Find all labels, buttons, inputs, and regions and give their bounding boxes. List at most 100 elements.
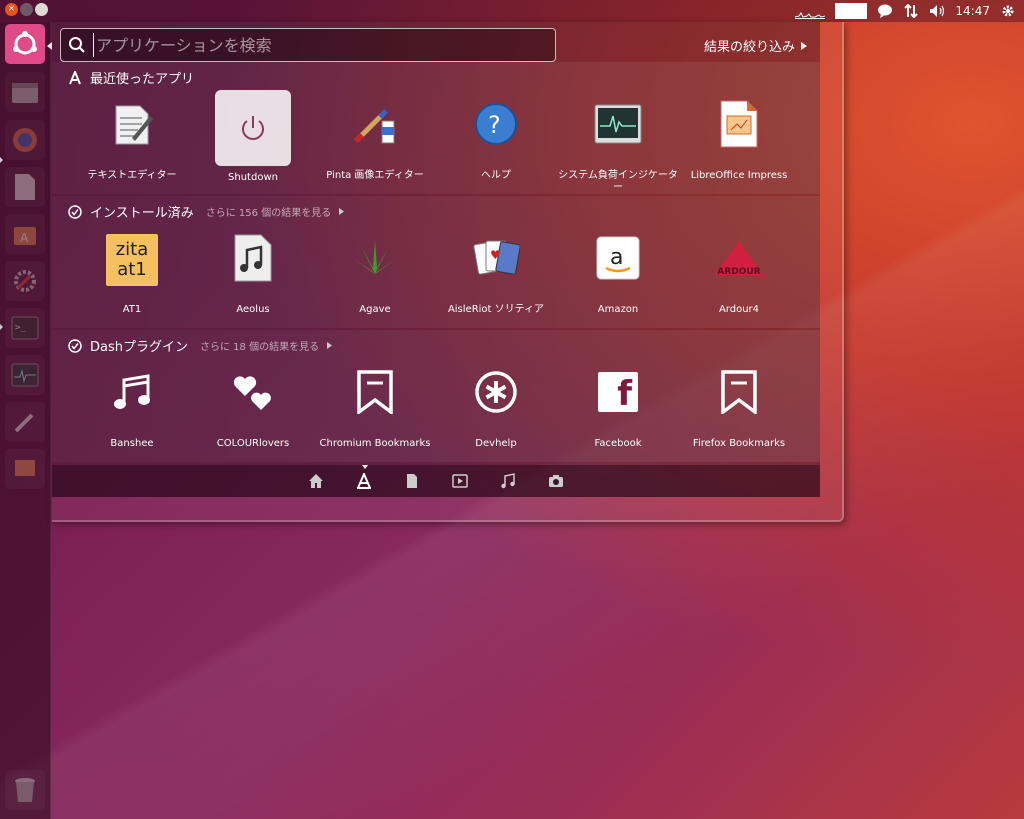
impress-icon — [715, 100, 763, 148]
svg-text:?: ? — [488, 111, 501, 139]
app-tile-amazon[interactable]: a Amazon — [558, 222, 678, 334]
category-header[interactable]: Dashプラグイン さらに 18 個の結果を見る — [68, 336, 333, 355]
trash-launcher-icon[interactable] — [5, 770, 45, 810]
category-header[interactable]: 最近使ったアプリ — [68, 68, 194, 87]
app-tile-pinta[interactable]: Pinta 画像エディター — [315, 88, 435, 200]
system-load-graph[interactable] — [795, 4, 826, 19]
app-label: Ardour4 — [718, 304, 760, 315]
plugin-label: Facebook — [594, 438, 642, 449]
search-input[interactable] — [93, 33, 538, 57]
facebook-logo-text: f — [617, 374, 632, 414]
dash-home-button[interactable] — [5, 24, 45, 64]
messaging-icon[interactable] — [877, 3, 893, 19]
devhelp-icon — [472, 368, 520, 416]
app-tile-help[interactable]: ? ヘルプ — [436, 88, 556, 200]
photo-lens-icon[interactable] — [548, 473, 564, 489]
app-label: システム負荷インジケーター — [558, 170, 678, 193]
app-label: Shutdown — [228, 172, 278, 183]
app-tile-system-load-indicator[interactable]: システム負荷インジケーター — [558, 88, 678, 200]
ardour-logo-text: ARDOUR — [717, 267, 761, 277]
impress-launcher-icon[interactable] — [5, 449, 45, 489]
bookmark-icon — [351, 368, 399, 416]
hearts-icon — [229, 368, 277, 416]
app-tile-agave[interactable]: Agave — [315, 222, 435, 334]
indicator-area: 14:47 — [795, 0, 1016, 22]
category-installed: インストール済み さらに 156 個の結果を見る zita at1 AT1 Ae… — [52, 196, 820, 328]
app-label: Amazon — [597, 304, 639, 315]
volume-icon[interactable] — [929, 3, 945, 19]
network-icon[interactable] — [903, 3, 919, 19]
filter-results-button[interactable]: 結果の絞り込み — [704, 36, 808, 55]
app-tile-libreoffice-impress[interactable]: LibreOffice Impress — [679, 88, 799, 200]
writer-launcher-icon[interactable] — [5, 167, 45, 207]
files-lens-icon[interactable] — [404, 473, 420, 489]
app-tile-aeolus[interactable]: Aeolus — [193, 222, 313, 334]
category-header[interactable]: インストール済み さらに 156 個の結果を見る — [68, 202, 345, 221]
maximize-window-button[interactable] — [35, 3, 48, 16]
app-tile-aisleriot[interactable]: ♥ AisleRiot ソリティア — [436, 222, 556, 334]
apps-icon — [69, 70, 81, 84]
app-label: ヘルプ — [481, 170, 511, 181]
svg-text:>_: >_ — [15, 323, 26, 333]
power-icon — [229, 104, 277, 152]
category-title: インストール済み — [90, 206, 194, 221]
gear-icon[interactable] — [1000, 3, 1016, 19]
firefox-launcher-icon[interactable] — [5, 120, 45, 160]
lens-bar — [52, 465, 820, 497]
plugin-tile-banshee[interactable]: Banshee — [72, 356, 192, 468]
apps-lens-icon[interactable] — [356, 473, 372, 489]
chevron-right-icon — [801, 41, 808, 50]
svg-text:a: a — [610, 245, 623, 270]
running-indicator — [0, 324, 3, 330]
plugin-label: Chromium Bookmarks — [319, 438, 431, 449]
see-more-link[interactable]: さらに 156 個の結果を見る — [206, 204, 331, 219]
app-tile-ardour4[interactable]: ARDOUR Ardour4 — [679, 222, 799, 334]
category-recent-apps: 最近使ったアプリ テキストエディター Shutdown Pinta 画像エディタ… — [52, 62, 820, 194]
clock[interactable]: 14:47 — [955, 4, 990, 18]
minimize-window-button[interactable] — [20, 3, 33, 16]
app-tile-at1[interactable]: zita at1 AT1 — [72, 222, 192, 334]
close-window-button[interactable]: × — [5, 3, 18, 16]
app-label: Pinta 画像エディター — [326, 170, 424, 181]
check-icon — [68, 338, 82, 353]
svg-text:A: A — [20, 231, 29, 245]
plugin-label: Banshee — [110, 438, 154, 449]
cards-icon: ♥ — [472, 234, 520, 282]
app-tile-text-editor[interactable]: テキストエディター — [72, 88, 192, 200]
facebook-icon: f — [598, 372, 638, 412]
system-monitor-icon — [594, 100, 642, 148]
app-label: LibreOffice Impress — [690, 170, 788, 181]
app-label: Aeolus — [236, 304, 270, 315]
category-title: Dashプラグイン — [90, 340, 188, 355]
category-title: 最近使ったアプリ — [90, 72, 195, 87]
software-center-launcher-icon[interactable]: A — [5, 214, 45, 254]
plugin-tile-firefox-bookmarks[interactable]: Firefox Bookmarks — [679, 356, 799, 468]
music-lens-icon[interactable] — [500, 473, 516, 489]
plugin-label: COLOURlovers — [216, 438, 290, 449]
plugin-tile-colourlovers[interactable]: COLOURlovers — [193, 356, 313, 468]
search-box[interactable] — [60, 28, 556, 62]
plugin-tile-facebook[interactable]: f Facebook — [558, 356, 678, 468]
pinta-icon — [351, 100, 399, 148]
video-lens-icon[interactable] — [452, 473, 468, 489]
settings-launcher-icon[interactable] — [5, 261, 45, 301]
plugin-tile-chromium-bookmarks[interactable]: Chromium Bookmarks — [315, 356, 435, 468]
files-launcher-icon[interactable] — [5, 72, 45, 112]
search-icon — [69, 37, 85, 53]
app-label: AisleRiot ソリティア — [447, 304, 545, 315]
memory-load-graph[interactable] — [835, 3, 868, 19]
app-label: AT1 — [122, 304, 142, 315]
system-monitor-launcher-icon[interactable] — [5, 355, 45, 395]
app-label: Agave — [359, 304, 391, 315]
amazon-icon: a — [594, 234, 642, 282]
app-tile-shutdown[interactable]: Shutdown — [193, 90, 313, 202]
pinta-launcher-icon[interactable] — [5, 402, 45, 442]
home-lens-icon[interactable] — [308, 473, 324, 489]
terminal-launcher-icon[interactable]: >_ — [5, 308, 45, 348]
see-more-link[interactable]: さらに 18 個の結果を見る — [200, 338, 319, 353]
plugin-tile-devhelp[interactable]: Devhelp — [436, 356, 556, 468]
agave-icon — [351, 234, 399, 282]
category-dash-plugins: Dashプラグイン さらに 18 個の結果を見る Banshee COLOURl… — [52, 330, 820, 462]
zita-logo-text: zita at1 — [115, 239, 149, 280]
filter-results-label: 結果の絞り込み — [704, 40, 796, 55]
